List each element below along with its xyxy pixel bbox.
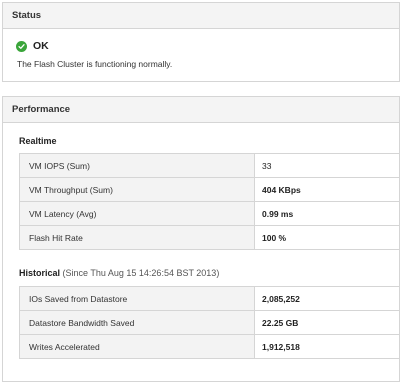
historical-title: Historical (Since Thu Aug 15 14:26:54 BS… (19, 268, 219, 278)
status-line: OK (16, 40, 49, 52)
metric-value: 404 KBps (254, 177, 400, 202)
metric-value: 0.99 ms (254, 201, 400, 226)
metric-label: Writes Accelerated (19, 334, 255, 359)
status-message: The Flash Cluster is functioning normall… (17, 59, 173, 69)
metric-label: VM Throughput (Sum) (19, 177, 255, 202)
historical-table: IOs Saved from Datastore 2,085,252 Datas… (19, 286, 400, 359)
metric-value: 1,912,518 (254, 334, 400, 359)
historical-subtitle: (Since Thu Aug 15 14:26:54 BST 2013) (62, 268, 220, 278)
table-row: VM Throughput (Sum) 404 KBps (19, 177, 400, 202)
status-state: OK (33, 40, 49, 52)
historical-title-text: Historical (19, 268, 61, 278)
check-circle-icon (16, 40, 27, 52)
realtime-table: VM IOPS (Sum) 33 VM Throughput (Sum) 404… (19, 153, 400, 250)
metric-value: 22.25 GB (254, 310, 400, 335)
realtime-title: Realtime (19, 136, 57, 146)
metric-label: Datastore Bandwidth Saved (19, 310, 255, 335)
metric-label: Flash Hit Rate (19, 225, 255, 250)
table-row: Flash Hit Rate 100 % (19, 225, 400, 250)
status-header: Status (3, 3, 399, 29)
table-row: VM IOPS (Sum) 33 (19, 153, 400, 178)
metric-value: 33 (254, 153, 400, 178)
metric-label: VM Latency (Avg) (19, 201, 255, 226)
table-row: IOs Saved from Datastore 2,085,252 (19, 286, 400, 311)
performance-header: Performance (3, 97, 399, 123)
table-row: Datastore Bandwidth Saved 22.25 GB (19, 310, 400, 335)
metric-label: VM IOPS (Sum) (19, 153, 255, 178)
table-row: Writes Accelerated 1,912,518 (19, 334, 400, 359)
metric-value: 2,085,252 (254, 286, 400, 311)
metric-label: IOs Saved from Datastore (19, 286, 255, 311)
table-row: VM Latency (Avg) 0.99 ms (19, 201, 400, 226)
status-panel: Status (2, 2, 400, 82)
metric-value: 100 % (254, 225, 400, 250)
